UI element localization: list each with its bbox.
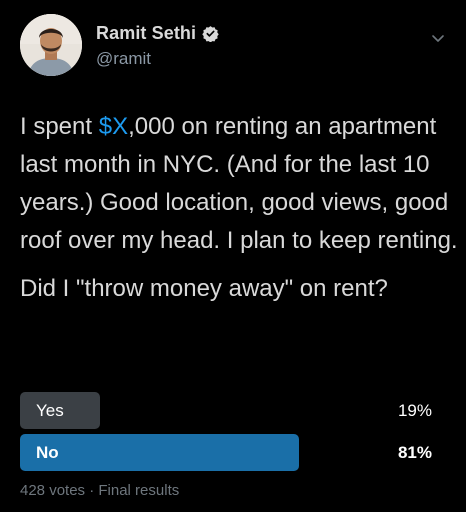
poll-option-label: Yes bbox=[36, 401, 64, 420]
tweet-text: I spent $X,000 on renting an apartment l… bbox=[20, 108, 460, 308]
poll-option-percent: 81% bbox=[397, 443, 432, 462]
poll-results-meta: 428 votes · Final results bbox=[20, 482, 180, 499]
tweet-question: Did I "throw money away" on rent? bbox=[20, 275, 388, 302]
poll-option-label: No bbox=[36, 443, 59, 462]
poll-option-yes: Yes bbox=[20, 392, 100, 429]
cashtag-link[interactable]: $X bbox=[99, 113, 128, 140]
poll-option-no: No bbox=[20, 434, 299, 471]
author-display-name[interactable]: Ramit Sethi bbox=[96, 23, 196, 44]
author-name-row[interactable]: Ramit Sethi bbox=[96, 23, 219, 44]
poll-option-percent: 19% bbox=[397, 401, 432, 420]
verified-badge-icon bbox=[202, 25, 219, 43]
avatar-image bbox=[20, 14, 82, 76]
tweet-text-pre: I spent bbox=[20, 113, 99, 140]
chevron-down-icon[interactable] bbox=[430, 30, 446, 46]
author-handle[interactable]: @ramit bbox=[96, 49, 151, 69]
tweet-card: Ramit Sethi @ramit I spent $X,000 on ren… bbox=[0, 0, 466, 512]
avatar[interactable] bbox=[20, 14, 82, 76]
tweet-paragraph: I spent $X,000 on renting an apartment l… bbox=[20, 108, 460, 260]
